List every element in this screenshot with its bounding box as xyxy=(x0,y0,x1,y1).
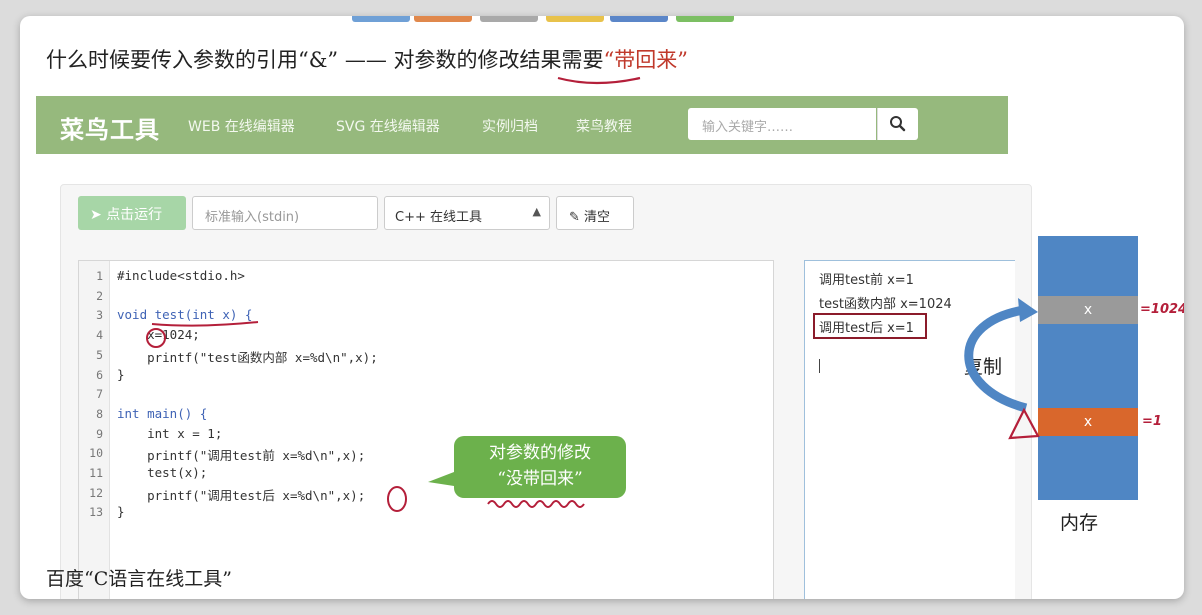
value-note-1: =1 xyxy=(1142,414,1162,429)
nav-link-web-editor[interactable]: WEB 在线编辑器 xyxy=(188,116,295,136)
code-editor[interactable]: 1 2 3 4 5 6 7 8 9 10 11 12 13 #include<s… xyxy=(78,260,774,599)
code-line: test(x); xyxy=(117,465,208,480)
clear-button[interactable]: ✎ 清空 xyxy=(556,196,634,230)
copy-label: 复制 xyxy=(964,356,1003,378)
line-number: 9 xyxy=(96,426,103,441)
site-logo[interactable]: 菜鸟工具 xyxy=(60,110,160,145)
output-line: test函数内部 x=1024 xyxy=(819,297,952,312)
line-number: 10 xyxy=(89,446,103,461)
annotation-bubble-line2: “没带回来” xyxy=(497,469,583,489)
line-number: 7 xyxy=(96,387,103,402)
nav-link-examples[interactable]: 实例归档 xyxy=(482,116,538,136)
color-strip xyxy=(546,16,604,22)
nav-link-tutorial[interactable]: 菜鸟教程 xyxy=(576,116,632,136)
code-line: void test(int x) { xyxy=(117,307,253,323)
color-strip xyxy=(676,16,734,22)
output-line: 调用test前 x=1 xyxy=(819,273,914,288)
runoob-navbar: 菜鸟工具 WEB 在线编辑器 SVG 在线编辑器 实例归档 菜鸟教程 输入关键字… xyxy=(36,96,1008,154)
line-number: 3 xyxy=(96,308,103,323)
language-select-value: C++ 在线工具 xyxy=(395,210,482,225)
code-line: printf("调用test后 x=%d\n",x); xyxy=(117,487,366,503)
code-line: x=1024; xyxy=(117,327,200,343)
code-line: #include<stdio.h> xyxy=(117,268,245,283)
search-icon xyxy=(890,116,906,132)
language-select[interactable]: C++ 在线工具 ▲ xyxy=(384,196,550,230)
eraser-icon: ✎ xyxy=(569,210,580,225)
underline-stroke xyxy=(557,76,641,85)
memory-cell-test-x: x xyxy=(1038,296,1138,324)
slide: 什么时候要传入参数的引用“&” —— 对参数的修改结果需要“带回来” 菜鸟工具 … xyxy=(20,16,1184,599)
color-strip xyxy=(352,16,410,22)
code-line: printf("test函数内部 x=%d\n",x); xyxy=(117,349,378,365)
code-line: } xyxy=(117,366,125,382)
output-panel: 调用test前 x=1 test函数内部 x=1024 调用test后 x=1 xyxy=(804,260,1015,599)
line-number: 5 xyxy=(96,347,103,362)
slide-title: 什么时候要传入参数的引用“&” —— 对参数的修改结果需要“带回来” xyxy=(46,44,688,74)
line-number: 2 xyxy=(96,288,103,303)
line-number: 12 xyxy=(89,485,103,500)
nav-link-svg-editor[interactable]: SVG 在线编辑器 xyxy=(336,116,440,136)
clear-button-label: 清空 xyxy=(584,210,611,225)
bottom-caption: 百度“C语言在线工具” xyxy=(46,568,232,590)
annotation-bubble: 对参数的修改 “没带回来” xyxy=(454,436,626,498)
value-note-1024: =1024 xyxy=(1140,302,1184,317)
paper-plane-icon: ➤ xyxy=(90,207,102,223)
code-line: } xyxy=(117,504,125,520)
memory-cell-main-x: x xyxy=(1038,408,1138,436)
line-number: 6 xyxy=(96,367,103,382)
run-button-label: 点击运行 xyxy=(106,207,163,223)
line-number-gutter: 1 2 3 4 5 6 7 8 9 10 11 12 13 xyxy=(79,261,110,599)
color-strip xyxy=(414,16,472,22)
updown-caret-icon: ▲ xyxy=(532,205,541,218)
run-button[interactable]: ➤ 点击运行 xyxy=(78,196,186,230)
search-button[interactable] xyxy=(877,108,918,140)
line-number: 11 xyxy=(89,466,103,480)
stdin-input[interactable]: 标准输入(stdin) xyxy=(192,196,378,230)
code-line: printf("调用test前 x=%d\n",x); xyxy=(117,448,366,464)
code-line: int main() { xyxy=(117,405,208,421)
color-strip xyxy=(480,16,538,22)
memory-block: x x xyxy=(1038,236,1138,500)
output-highlight-box xyxy=(813,313,927,339)
line-number: 13 xyxy=(89,505,103,520)
line-number: 1 xyxy=(96,269,103,283)
annotation-bubble-line1: 对参数的修改 xyxy=(489,443,591,463)
slide-title-prefix: 什么时候要传入参数的引用“&” —— 对参数的修改结果需要 xyxy=(46,48,604,72)
line-number: 4 xyxy=(96,328,103,343)
text-caret xyxy=(819,359,820,373)
search-input[interactable]: 输入关键字…… xyxy=(688,108,876,140)
color-strip xyxy=(610,16,668,22)
slide-title-emphasis: “带回来” xyxy=(603,48,688,72)
memory-label: 内存 xyxy=(1060,512,1099,534)
line-number: 8 xyxy=(96,406,103,421)
code-line: int x = 1; xyxy=(117,425,223,441)
